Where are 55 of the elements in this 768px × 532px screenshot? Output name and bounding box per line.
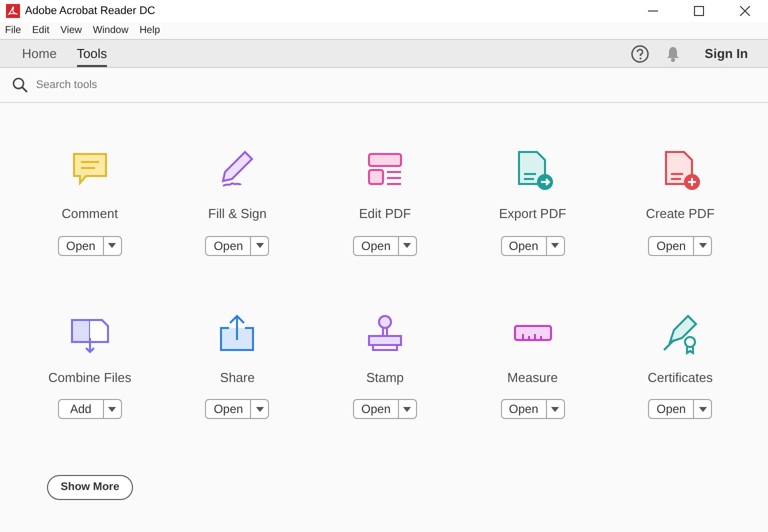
caret-icon bbox=[256, 406, 264, 412]
open-button[interactable]: Open bbox=[352, 236, 399, 256]
open-button[interactable]: Add bbox=[58, 399, 104, 419]
tool-label: Export PDF bbox=[499, 205, 566, 223]
menu-item[interactable]: File bbox=[5, 23, 22, 38]
open-button[interactable]: Open bbox=[500, 236, 547, 256]
sign-in-button[interactable]: Sign In bbox=[704, 44, 748, 64]
show-more-button[interactable]: Show More bbox=[47, 475, 133, 500]
dropdown-button[interactable] bbox=[694, 399, 712, 419]
dropdown-button[interactable] bbox=[546, 399, 565, 419]
open-button[interactable]: Open bbox=[500, 399, 547, 419]
caret-icon bbox=[256, 243, 264, 248]
caret-icon bbox=[403, 243, 412, 248]
menu-item[interactable]: Window bbox=[92, 23, 128, 38]
caret-icon bbox=[108, 243, 116, 248]
open-button[interactable]: Open bbox=[205, 399, 252, 419]
caret-icon bbox=[698, 406, 707, 412]
maximize-icon bbox=[694, 6, 704, 16]
menu-item[interactable]: Help bbox=[139, 23, 160, 38]
caret-icon bbox=[551, 243, 560, 248]
open-button[interactable]: Open bbox=[352, 399, 399, 419]
menu-item[interactable]: Edit bbox=[32, 23, 50, 38]
close-icon bbox=[740, 6, 750, 16]
tool-label: Certificates bbox=[648, 368, 713, 386]
menu-item[interactable]: View bbox=[60, 23, 82, 38]
dropdown-button[interactable] bbox=[546, 236, 565, 256]
dropdown-button[interactable] bbox=[251, 236, 270, 256]
tool-label: Create PDF bbox=[646, 205, 715, 223]
open-button[interactable]: Open bbox=[648, 236, 694, 256]
tool-label: Combine Files bbox=[48, 368, 132, 386]
open-button[interactable]: Open bbox=[205, 236, 252, 256]
caret-icon bbox=[403, 406, 412, 412]
dropdown-button[interactable] bbox=[694, 236, 712, 256]
tool-label: Measure bbox=[507, 368, 558, 386]
dropdown-button[interactable] bbox=[251, 399, 270, 419]
app-logo-icon bbox=[6, 4, 20, 18]
tool-label: Fill & Sign bbox=[208, 205, 267, 223]
dropdown-button[interactable] bbox=[104, 236, 122, 256]
dropdown-button[interactable] bbox=[398, 399, 417, 419]
tab[interactable]: Home bbox=[22, 40, 57, 67]
window-title: Adobe Acrobat Reader DC bbox=[25, 4, 156, 19]
dropdown-button[interactable] bbox=[104, 399, 122, 419]
tool-label: Comment bbox=[62, 205, 118, 223]
tool-label: Edit PDF bbox=[358, 205, 411, 223]
caret-icon bbox=[108, 406, 116, 412]
help-icon[interactable] bbox=[630, 44, 649, 62]
search-field[interactable]: Search tools bbox=[36, 76, 336, 94]
open-button[interactable]: Open bbox=[58, 236, 104, 256]
dropdown-button[interactable] bbox=[398, 236, 417, 256]
open-button[interactable]: Open bbox=[648, 399, 694, 419]
search-icon bbox=[12, 77, 28, 93]
caret-icon bbox=[698, 243, 707, 248]
tool-label: Stamp bbox=[366, 368, 404, 387]
tool-label: Share bbox=[220, 368, 255, 386]
caret-icon bbox=[551, 406, 560, 412]
